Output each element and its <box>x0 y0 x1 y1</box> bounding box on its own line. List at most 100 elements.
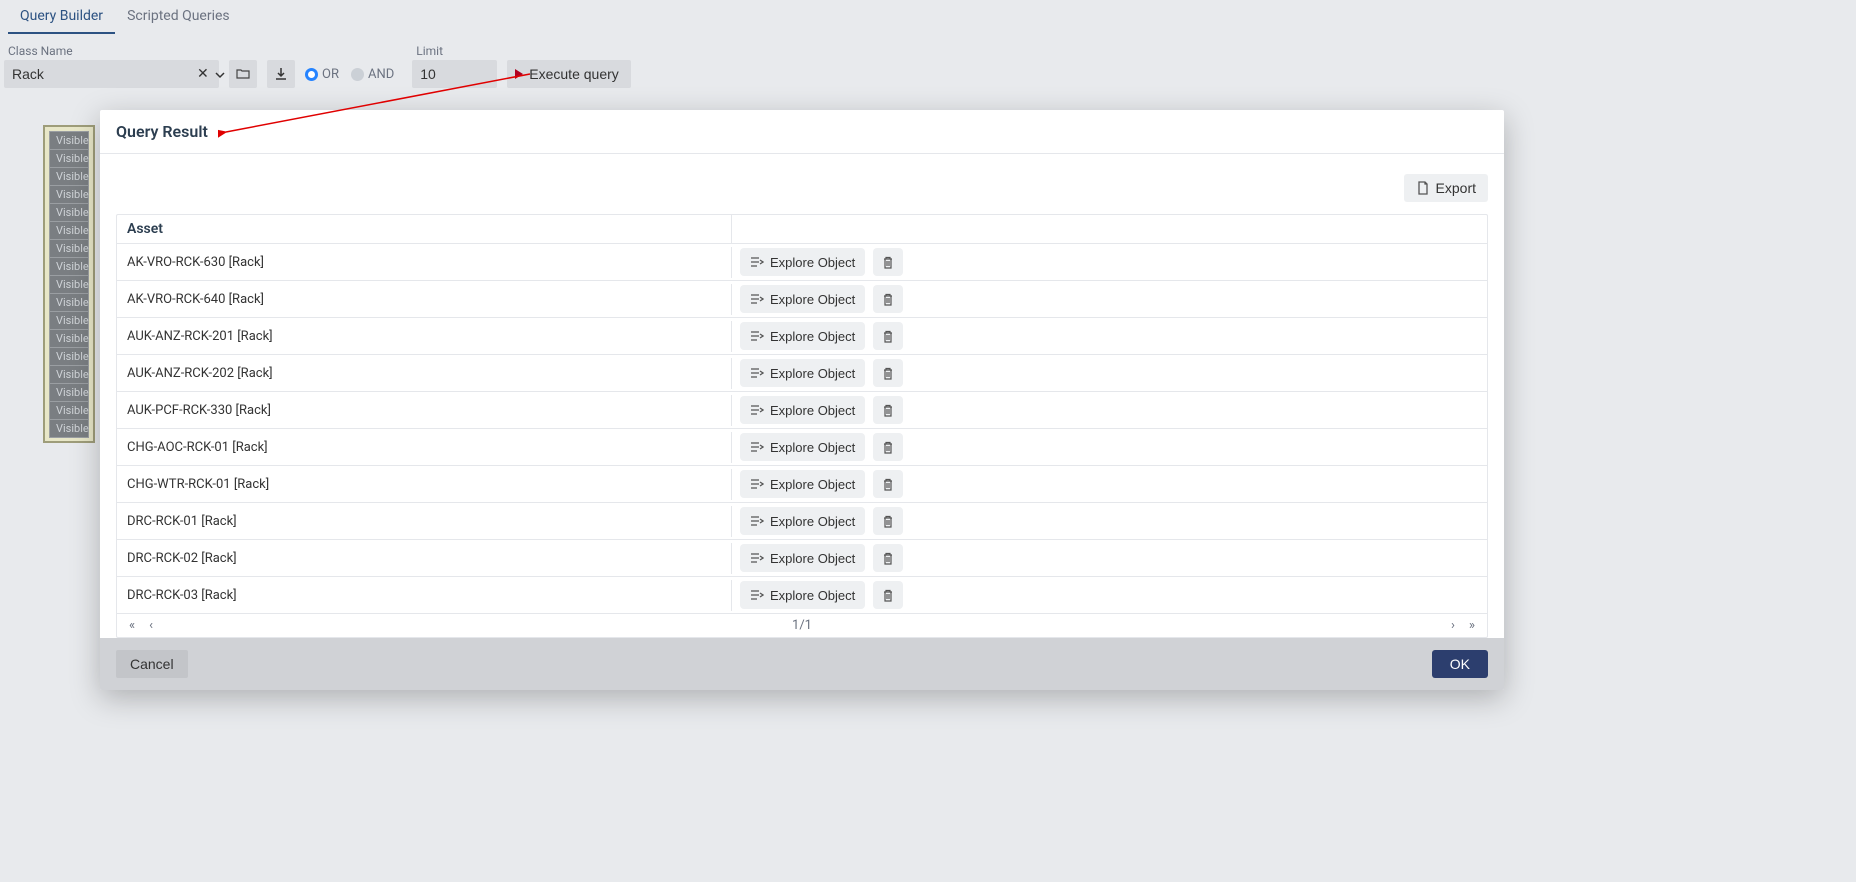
trash-icon <box>882 367 894 380</box>
tab-scripted-queries[interactable]: Scripted Queries <box>115 0 242 34</box>
trash-icon <box>882 552 894 565</box>
explore-icon <box>750 441 764 453</box>
asset-cell: DRC-RCK-01 [Rack] <box>117 506 732 537</box>
or-radio[interactable] <box>305 68 318 81</box>
explore-label: Explore Object <box>770 514 855 529</box>
limit-input[interactable] <box>412 60 497 88</box>
trash-icon <box>882 589 894 602</box>
trash-icon <box>882 478 894 491</box>
explore-icon <box>750 367 764 379</box>
delete-button[interactable] <box>873 396 903 424</box>
clear-icon[interactable]: ✕ <box>193 66 213 82</box>
delete-button[interactable] <box>873 322 903 350</box>
delete-button[interactable] <box>873 285 903 313</box>
explore-object-button[interactable]: Explore Object <box>740 581 865 609</box>
export-button[interactable]: Export <box>1404 174 1488 202</box>
actions-cell: Explore Object <box>732 466 1487 502</box>
explore-object-button[interactable]: Explore Object <box>740 359 865 387</box>
download-button[interactable] <box>267 60 295 88</box>
delete-button[interactable] <box>873 359 903 387</box>
trash-icon <box>882 256 894 269</box>
explore-object-button[interactable]: Explore Object <box>740 507 865 535</box>
table-row: CHG-WTR-RCK-01 [Rack] Explore Object <box>117 466 1487 503</box>
delete-button[interactable] <box>873 507 903 535</box>
query-toolbar: Class Name ✕ OR AND Limit Execute query <box>0 34 1856 96</box>
export-label: Export <box>1436 180 1476 196</box>
actions-cell: Explore Object <box>732 281 1487 317</box>
visible-cell: Visible <box>49 383 89 402</box>
explore-object-button[interactable]: Explore Object <box>740 285 865 313</box>
explore-object-button[interactable]: Explore Object <box>740 322 865 350</box>
delete-button[interactable] <box>873 433 903 461</box>
logic-radio-group: OR AND <box>305 60 402 88</box>
explore-object-button[interactable]: Explore Object <box>740 470 865 498</box>
table-row: AK-VRO-RCK-640 [Rack]Explore Object <box>117 281 1487 318</box>
visible-cell: Visible <box>49 275 89 294</box>
visible-column: VisibleVisibleVisibleVisibleVisibleVisib… <box>43 125 95 443</box>
table-header: Asset <box>117 215 1487 244</box>
asset-cell: CHG-AOC-RCK-01 [Rack] <box>117 432 732 463</box>
chevron-down-icon[interactable] <box>213 65 227 84</box>
modal-footer: Cancel OK <box>100 638 1504 690</box>
folder-button[interactable] <box>229 60 257 88</box>
visible-cell: Visible <box>49 149 89 168</box>
explore-label: Explore Object <box>770 255 855 270</box>
explore-label: Explore Object <box>770 329 855 344</box>
asset-cell: AK-VRO-RCK-630 [Rack] <box>117 247 732 278</box>
actions-header <box>732 215 1487 243</box>
query-result-modal: Query Result Export Asset AK-VRO-RCK-630… <box>100 110 1504 690</box>
visible-cell: Visible <box>49 203 89 222</box>
trash-icon <box>882 293 894 306</box>
execute-query-button[interactable]: Execute query <box>507 60 631 88</box>
prev-page-icon[interactable]: ‹ <box>149 618 153 633</box>
table-row: CHG-AOC-RCK-01 [Rack] Explore Object <box>117 429 1487 466</box>
asset-cell: AUK-PCF-RCK-330 [Rack] <box>117 395 732 426</box>
class-name-input[interactable] <box>12 66 193 82</box>
table-row: DRC-RCK-03 [Rack] Explore Object <box>117 577 1487 614</box>
document-icon <box>1416 181 1430 195</box>
explore-object-button[interactable]: Explore Object <box>740 248 865 276</box>
explore-label: Explore Object <box>770 551 855 566</box>
class-name-combo[interactable]: ✕ <box>4 60 219 88</box>
delete-button[interactable] <box>873 544 903 572</box>
actions-cell: Explore Object <box>732 355 1487 391</box>
explore-label: Explore Object <box>770 477 855 492</box>
explore-object-button[interactable]: Explore Object <box>740 433 865 461</box>
tab-query-builder[interactable]: Query Builder <box>8 0 115 34</box>
explore-label: Explore Object <box>770 292 855 307</box>
query-tabs: Query Builder Scripted Queries <box>0 0 1856 34</box>
table-row: DRC-RCK-02 [Rack]Explore Object <box>117 540 1487 577</box>
class-name-label: Class Name <box>4 42 219 60</box>
asset-header: Asset <box>117 215 732 243</box>
asset-cell: AUK-ANZ-RCK-202 [Rack] <box>117 358 732 389</box>
page-info: 1/1 <box>792 618 812 633</box>
delete-button[interactable] <box>873 248 903 276</box>
explore-icon <box>750 589 764 601</box>
visible-cell: Visible <box>49 365 89 384</box>
cancel-button[interactable]: Cancel <box>116 650 188 678</box>
explore-object-button[interactable]: Explore Object <box>740 544 865 572</box>
and-radio[interactable] <box>351 68 364 81</box>
asset-cell: CHG-WTR-RCK-01 [Rack] <box>117 469 732 500</box>
explore-icon <box>750 404 764 416</box>
last-page-icon[interactable]: » <box>1469 618 1475 633</box>
explore-icon <box>750 293 764 305</box>
visible-cell: Visible <box>49 419 89 438</box>
ok-button[interactable]: OK <box>1432 650 1488 678</box>
explore-icon <box>750 515 764 527</box>
play-icon <box>515 69 523 79</box>
actions-cell: Explore Object <box>732 503 1487 539</box>
delete-button[interactable] <box>873 581 903 609</box>
next-page-icon[interactable]: › <box>1451 618 1455 633</box>
explore-object-button[interactable]: Explore Object <box>740 396 865 424</box>
first-page-icon[interactable]: « <box>129 618 135 633</box>
visible-cell: Visible <box>49 239 89 258</box>
result-table: Asset AK-VRO-RCK-630 [Rack] Explore Objec… <box>116 214 1488 638</box>
visible-cell: Visible <box>49 329 89 348</box>
folder-icon <box>235 66 251 82</box>
explore-icon <box>750 478 764 490</box>
asset-cell: DRC-RCK-03 [Rack] <box>117 580 732 611</box>
table-row: DRC-RCK-01 [Rack] Explore Object <box>117 503 1487 540</box>
delete-button[interactable] <box>873 470 903 498</box>
visible-cell: Visible <box>49 131 89 150</box>
